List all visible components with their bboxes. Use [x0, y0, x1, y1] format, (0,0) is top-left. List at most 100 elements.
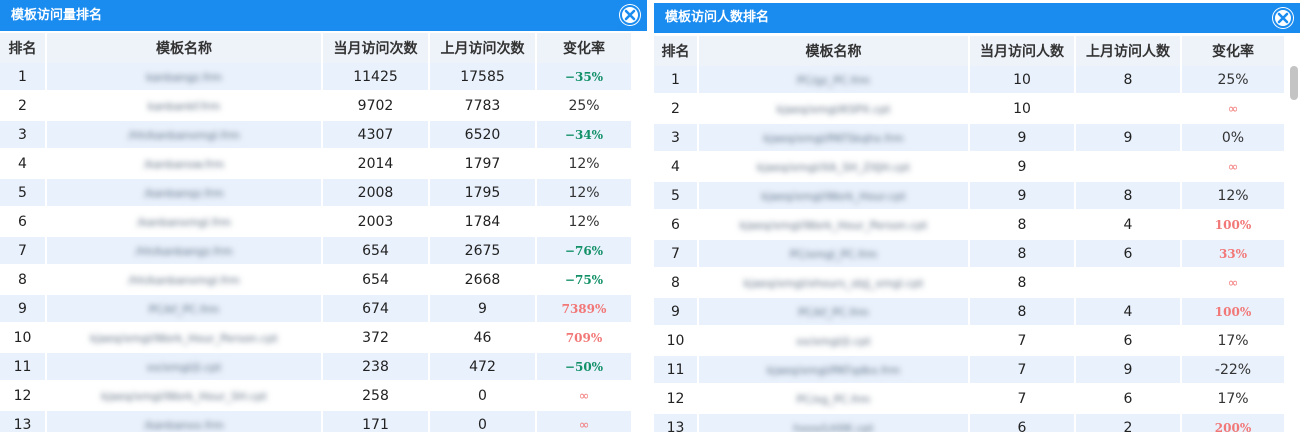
table-row: 7 PC/xmgl_PC.frm 8 6 33%: [654, 240, 1286, 269]
template-name-text: /kanbanxmgl.frm: [137, 215, 231, 229]
last-month-cell: 6520: [430, 121, 537, 150]
current-month-cell: 9702: [323, 92, 430, 121]
change-rate-text: 25%: [568, 97, 600, 114]
close-icon[interactable]: [1272, 7, 1294, 29]
change-rate-text: −35%: [564, 69, 604, 84]
template-name-cell: PC/kf_PC.frm: [47, 295, 323, 324]
change-rate-text: 100%: [1214, 217, 1252, 232]
template-name-text: kjaeq/xmgl/PATqdkx.frm: [766, 363, 901, 377]
change-rate-cell: −34%: [537, 121, 633, 150]
rank-cell: 5: [654, 182, 699, 211]
template-name-text: kjaeq/xmgl/XA_SH_ZXJH.cpt: [756, 160, 911, 174]
last-month-cell: 2675: [430, 237, 537, 266]
table-row: 1 kanbangz.frm 11425 17585 −35%: [0, 63, 633, 92]
last-month-cell: 2: [1076, 414, 1182, 432]
current-month-cell: 2014: [323, 150, 430, 179]
header-current-month: 当月访问次数: [323, 33, 430, 63]
last-month-cell: 4: [1076, 298, 1182, 327]
table-row: 10 kjaeq/xmgl/Work_Hour_Person.cpt 372 46 70…: [0, 324, 633, 353]
change-rate-text: 200%: [1214, 420, 1252, 432]
template-name-cell: /kanbanxx.frm: [47, 411, 323, 432]
rank-cell: 12: [0, 382, 47, 411]
template-name-text: /kanbanqz.frm: [144, 186, 224, 200]
template-name-text: PC/gz_PC.frm: [796, 73, 870, 87]
change-rate-cell: ∞: [537, 411, 633, 432]
current-month-cell: 4307: [323, 121, 430, 150]
template-name-cell: xx/xmgl/jl.cpt: [699, 327, 970, 356]
current-month-cell: 2008: [323, 179, 430, 208]
template-name-text: /hh/kanbanxmgl.frm: [128, 128, 240, 142]
last-month-cell: 17585: [430, 63, 537, 92]
table-row: 1 PC/gz_PC.frm 10 8 25%: [654, 66, 1286, 95]
rank-cell: 10: [654, 327, 699, 356]
current-month-cell: 674: [323, 295, 430, 324]
rank-cell: 8: [0, 266, 47, 295]
change-rate-cell: −50%: [537, 353, 633, 382]
current-month-cell: 171: [323, 411, 430, 432]
rank-cell: 11: [654, 356, 699, 385]
table-header-row: 排名 模板名称 当月访问人数 上月访问人数 变化率: [654, 36, 1286, 66]
visit-count-table: 排名 模板名称 当月访问次数 上月访问次数 变化率 1 kanbangz.frm 1…: [0, 33, 633, 432]
change-rate-text: 12%: [568, 213, 600, 230]
current-month-cell: 7: [970, 356, 1076, 385]
header-rank: 排名: [654, 36, 699, 66]
rank-cell: 2: [0, 92, 47, 121]
current-month-cell: 8: [970, 298, 1076, 327]
table-row: 7/hh/kanbangz.frm 654 2675 −76%: [0, 237, 633, 266]
rank-cell: 2: [654, 95, 699, 124]
last-month-cell: 4: [1076, 211, 1182, 240]
rank-cell: 8: [654, 269, 699, 298]
rank-cell: 10: [0, 324, 47, 353]
rank-cell: 3: [654, 124, 699, 153]
current-month-cell: 258: [323, 382, 430, 411]
last-month-cell: 8: [1076, 66, 1182, 95]
table-row: 9 PC/kf_PC.frm 8 4 100%: [654, 298, 1286, 327]
table-row: 9 PC/kf_PC.frm 674 9 7389%: [0, 295, 633, 324]
last-month-cell: 6: [1076, 385, 1182, 414]
template-name-cell: kanbangz.frm: [47, 63, 323, 92]
current-month-cell: 10: [970, 95, 1076, 124]
template-name-cell: PC/gz_PC.frm: [699, 66, 970, 95]
change-rate-cell: ∞: [1182, 269, 1286, 298]
table-row: 4 kjaeq/xmgl/XA_SH_ZXJH.cpt 9 ∞: [654, 153, 1286, 182]
current-month-cell: 2003: [323, 208, 430, 237]
change-rate-text: 0%: [1221, 129, 1245, 146]
table-row: 12 kjaeq/xmgl/Work_Hour_SH.cpt 258 0 ∞: [0, 382, 633, 411]
table-row: 3 kjaeq/xmgl/PATSkqhx.frm 9 9 0%: [654, 124, 1286, 153]
header-rank: 排名: [0, 33, 47, 63]
close-icon[interactable]: [619, 4, 641, 26]
change-rate-text: 33%: [1218, 246, 1248, 261]
last-month-cell: 1797: [430, 150, 537, 179]
template-name-cell: kjaeq/xmgl/Work_Hour_Person.cpt: [699, 211, 970, 240]
table-row: 5/kanbanqz.frm 2008 1795 12%: [0, 179, 633, 208]
panel-title-text: 模板访问人数排名: [665, 10, 770, 25]
change-rate-text: 12%: [568, 155, 600, 172]
template-name-cell: hxxx/LHXK.cpt: [699, 414, 970, 432]
template-name-cell: PC/xg_PC.frm: [699, 385, 970, 414]
change-rate-text: ∞: [578, 388, 590, 404]
change-rate-cell: ∞: [1182, 95, 1286, 124]
change-rate-cell: 709%: [537, 324, 633, 353]
header-current-month: 当月访问人数: [970, 36, 1076, 66]
visitor-count-table: 排名 模板名称 当月访问人数 上月访问人数 变化率 1 PC/gz_PC.frm 1…: [654, 36, 1286, 432]
change-rate-cell: 25%: [537, 92, 633, 121]
change-rate-cell: 12%: [537, 179, 633, 208]
last-month-cell: 1795: [430, 179, 537, 208]
change-rate-text: −50%: [564, 359, 604, 374]
template-name-text: /hh/kanbanxmgl.frm: [128, 273, 240, 287]
current-month-cell: 6: [970, 414, 1076, 432]
change-rate-text: 100%: [1214, 304, 1252, 319]
current-month-cell: 9: [970, 182, 1076, 211]
rank-cell: 1: [654, 66, 699, 95]
template-name-cell: PC/kf_PC.frm: [699, 298, 970, 327]
change-rate-text: ∞: [1227, 159, 1239, 175]
change-rate-text: −76%: [564, 243, 604, 258]
template-name-cell: kjaeq/xmgl/Work_Hour_Person.cpt: [47, 324, 323, 353]
template-name-cell: /hh/kanbanxmgl.frm: [47, 266, 323, 295]
template-name-cell: /kanbanxmgl.frm: [47, 208, 323, 237]
header-change-rate: 变化率: [537, 33, 633, 63]
template-name-text: kjaeq/xmgl/xhours_sbjj_xmgl.cpt: [743, 276, 924, 290]
last-month-cell: 0: [430, 411, 537, 432]
current-month-cell: 7: [970, 385, 1076, 414]
vertical-scrollbar[interactable]: [1290, 66, 1298, 100]
